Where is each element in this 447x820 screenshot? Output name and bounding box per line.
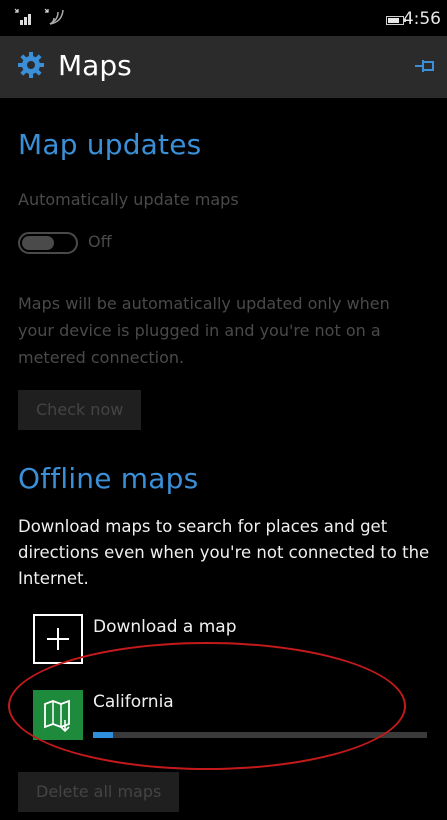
map-updates-heading: Map updates (18, 128, 202, 161)
map-updates-description: Maps will be automatically updated only … (18, 294, 390, 367)
status-bar: 4:56 (0, 0, 447, 36)
offline-maps-description: Download maps to search for places and g… (18, 517, 430, 588)
download-progress-fill (93, 732, 114, 738)
clock-time: 4:56 (402, 9, 441, 29)
wifi-icon (44, 8, 64, 25)
offline-maps-heading: Offline maps (18, 462, 199, 495)
download-map-link[interactable]: Download a map (93, 617, 237, 637)
cellular-signal-icon (14, 8, 31, 25)
folded-map-icon (44, 699, 70, 733)
download-item-name[interactable]: California (93, 692, 174, 712)
page-title: Maps (58, 49, 132, 82)
auto-update-toggle[interactable] (18, 232, 78, 254)
delete-all-maps-button[interactable]: Delete all maps (18, 772, 180, 812)
toggle-state-text: Off (88, 232, 112, 251)
add-icon[interactable] (33, 614, 83, 664)
map-download-icon (33, 690, 83, 740)
battery-icon (386, 16, 406, 25)
check-now-button[interactable]: Check now (18, 390, 142, 430)
app-header: Maps (0, 36, 447, 98)
pin-icon[interactable] (413, 56, 437, 76)
auto-update-label: Automatically update maps (18, 190, 239, 209)
download-progress-bar (93, 732, 427, 738)
gear-icon (18, 52, 44, 78)
